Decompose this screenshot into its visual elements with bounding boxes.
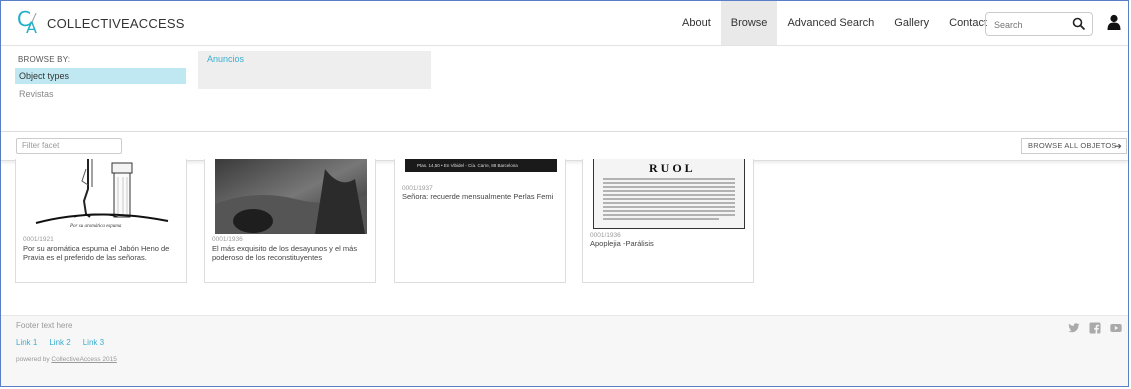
image-caption-text: Por su aromática espuma — [70, 224, 122, 229]
image-headline: RUOL — [649, 161, 696, 175]
arrow-right-icon: ➔ — [1114, 141, 1122, 151]
browse-all-label: BROWSE ALL OBJETOS — [1028, 141, 1117, 150]
youtube-icon[interactable] — [1110, 322, 1122, 334]
search-input[interactable] — [992, 16, 1070, 34]
card-caption[interactable]: Apoplejia -Parálisis — [590, 239, 748, 248]
card-caption[interactable]: Señora: recuerde mensualmente Perlas Fem… — [402, 192, 560, 201]
card-thumbnail[interactable]: Por su aromática espuma — [26, 159, 178, 234]
powered-prefix: powered by — [16, 356, 52, 363]
logo-mark-icon: CA — [17, 7, 37, 37]
card-caption[interactable]: El más exquisito de los desayunos y el m… — [212, 244, 370, 262]
card-thumbnail[interactable]: Ptas. 14,50 • En Vibidel - Cía. Carre, 8… — [405, 159, 557, 172]
facet-results-panel: Anuncios — [198, 51, 431, 89]
facet-object-types[interactable]: Object types — [15, 68, 186, 84]
soap-ad-illustration — [26, 159, 178, 234]
ad-body-text — [603, 178, 735, 220]
card-idno: 0001/1936 — [590, 232, 621, 239]
card-idno: 0001/1937 — [402, 185, 433, 192]
result-card[interactable]: Por su aromática espuma 0001/1921 Por su… — [15, 159, 187, 283]
footer: Footer text here Link 1 Link 2 Link 3 po… — [1, 315, 1128, 386]
facebook-icon[interactable] — [1089, 322, 1101, 334]
social-links — [1068, 322, 1122, 334]
footer-links: Link 1 Link 2 Link 3 — [16, 338, 104, 347]
navbar: CA COLLECTIVEACCESS About Browse Advance… — [1, 1, 1128, 46]
search-box — [985, 12, 1093, 36]
main-nav: About Browse Advanced Search Gallery Con… — [672, 1, 997, 45]
card-idno: 0001/1936 — [212, 236, 243, 243]
user-icon[interactable] — [1107, 14, 1121, 30]
card-caption[interactable]: Por su aromática espuma el Jabón Heno de… — [23, 244, 181, 262]
brand-logo[interactable]: CA COLLECTIVEACCESS — [17, 7, 185, 37]
result-card[interactable]: 0001/1936 El más exquisito de los desayu… — [204, 159, 376, 283]
nav-gallery[interactable]: Gallery — [884, 1, 939, 45]
card-thumbnail[interactable] — [215, 159, 367, 234]
nav-browse[interactable]: Browse — [720, 1, 778, 45]
powered-link[interactable]: CollectiveAccess 2015 — [51, 356, 116, 363]
filter-bar: Filter facet BROWSE ALL OBJETOS ➔ — [1, 131, 1128, 161]
footer-link-2[interactable]: Link 2 — [49, 338, 70, 347]
nav-about[interactable]: About — [672, 1, 721, 45]
footer-link-1[interactable]: Link 1 — [16, 338, 37, 347]
facet-revistas[interactable]: Revistas — [15, 86, 186, 102]
image-text: Ptas. 14,50 • En Vibidel - Cía. Carre, 8… — [417, 163, 518, 168]
breakfast-ad-photo — [215, 159, 367, 234]
result-card[interactable]: Ptas. 14,50 • En Vibidel - Cía. Carre, 8… — [394, 159, 566, 283]
result-card[interactable]: RUOL 0001/1936 Apoplejia -Parálisis — [582, 159, 754, 283]
browse-by-label: BROWSE BY: — [18, 55, 71, 64]
nav-advanced-search[interactable]: Advanced Search — [777, 1, 884, 45]
filter-facet-input[interactable]: Filter facet — [16, 138, 122, 154]
card-idno: 0001/1921 — [23, 236, 54, 243]
facet-result-anuncios[interactable]: Anuncios — [207, 54, 244, 64]
logo-text: COLLECTIVEACCESS — [47, 15, 185, 31]
browse-all-button[interactable]: BROWSE ALL OBJETOS ➔ — [1021, 138, 1127, 154]
card-thumbnail[interactable]: RUOL — [593, 159, 745, 229]
search-icon[interactable] — [1072, 17, 1086, 31]
twitter-icon[interactable] — [1068, 322, 1080, 334]
powered-by: powered by CollectiveAccess 2015 — [16, 356, 117, 363]
footer-link-3[interactable]: Link 3 — [83, 338, 104, 347]
footer-text: Footer text here — [16, 321, 73, 330]
